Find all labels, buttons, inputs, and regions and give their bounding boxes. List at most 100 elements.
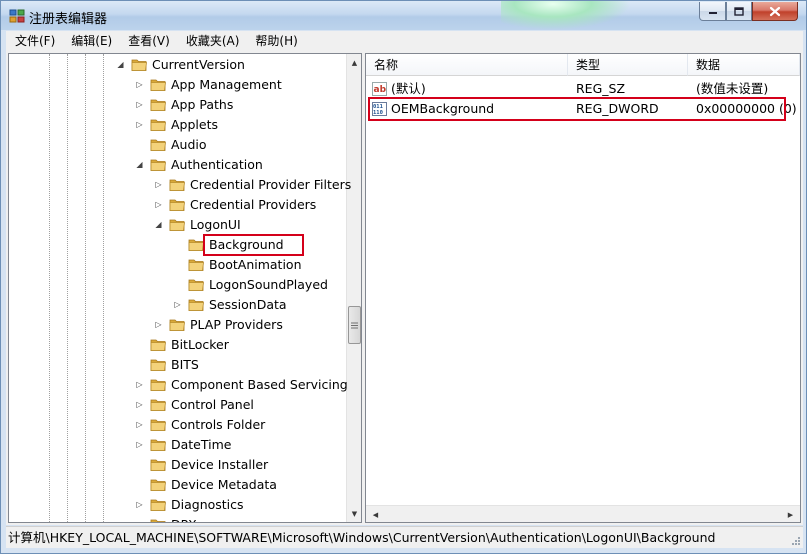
scroll-down-arrow-icon[interactable]: ▼: [347, 505, 361, 522]
tree-node[interactable]: ▷ Diagnostics: [9, 495, 345, 515]
expand-arrow-icon[interactable]: ▷: [135, 80, 144, 89]
close-button[interactable]: [752, 2, 798, 21]
value-data: (数值未设置): [696, 81, 769, 96]
tree-node-label: Applets: [171, 117, 218, 132]
expand-arrow-icon[interactable]: ▷: [154, 180, 163, 189]
folder-icon: [150, 519, 166, 522]
tree-node[interactable]: ▷ App Paths: [9, 95, 345, 115]
tree-node-label: BITS: [171, 357, 199, 372]
tree-node-label: DPX: [169, 515, 199, 522]
tree-node[interactable]: ▷ PLAP Providers: [9, 315, 345, 335]
folder-icon: [169, 179, 185, 191]
expand-arrow-icon[interactable]: ▷: [135, 400, 144, 409]
folder-icon: [150, 79, 166, 91]
tree-node[interactable]: ▷ Control Panel: [9, 395, 345, 415]
tree-node-label: LogonUI: [190, 217, 241, 232]
folder-icon: [150, 459, 166, 471]
tree-node[interactable]: ▷ Credential Provider Filters: [9, 175, 351, 195]
list-horizontal-scrollbar[interactable]: ◀ ▶: [366, 505, 800, 522]
menu-bar: 文件(F) 编辑(E) 查看(V) 收藏夹(A) 帮助(H): [6, 31, 803, 51]
folder-icon: [150, 379, 166, 391]
collapse-arrow-icon[interactable]: ◢: [154, 220, 163, 229]
folder-icon: [150, 359, 166, 371]
folder-icon: [150, 139, 166, 151]
menu-edit[interactable]: 编辑(E): [62, 31, 119, 51]
tree-node[interactable]: BitLocker: [9, 335, 345, 355]
expand-arrow-icon[interactable]: ▷: [154, 200, 163, 209]
maximize-button[interactable]: [726, 2, 752, 21]
string-value-icon: ab: [372, 82, 387, 96]
tree-node-label: SessionData: [209, 297, 287, 312]
folder-icon: [131, 59, 147, 71]
regedit-app-icon: [9, 9, 25, 23]
expand-arrow-icon[interactable]: ▷: [135, 420, 144, 429]
tree-node[interactable]: ▷ SessionData: [9, 295, 345, 315]
expand-arrow-icon[interactable]: ▷: [135, 380, 144, 389]
tree-node[interactable]: Device Installer: [9, 455, 345, 475]
expand-arrow-icon[interactable]: ▷: [135, 120, 144, 129]
folder-icon: [169, 199, 185, 211]
title-bar[interactable]: 注册表编辑器: [1, 1, 806, 30]
tree-node[interactable]: ▷ Applets: [9, 115, 345, 135]
tree-node[interactable]: ▷ App Management: [9, 75, 345, 95]
registry-tree-pane[interactable]: ▲ ▼ ◢ CurrentVersion ▷ App Management ▷ App P…: [8, 53, 362, 523]
tree-node-label: Credential Providers: [190, 197, 317, 212]
status-path: 计算机\HKEY_LOCAL_MACHINE\SOFTWARE\Microsof…: [8, 530, 716, 545]
tree-node-label: App Paths: [171, 97, 234, 112]
folder-icon: [150, 439, 166, 451]
tree-node-label: App Management: [171, 77, 282, 92]
menu-favorites[interactable]: 收藏夹(A): [177, 31, 247, 51]
menu-view[interactable]: 查看(V): [119, 31, 177, 51]
tree-node[interactable]: ▷ Controls Folder: [9, 415, 345, 435]
folder-icon: [150, 159, 166, 171]
scroll-right-arrow-icon[interactable]: ▶: [783, 506, 798, 522]
tree-node[interactable]: DPX: [9, 515, 345, 522]
folder-icon: [188, 279, 204, 291]
column-header-data[interactable]: 数据: [688, 54, 800, 76]
expand-arrow-icon[interactable]: ▷: [173, 300, 182, 309]
value-list-pane[interactable]: 名称 类型 数据 ◀ ▶ ab (默认) REG_SZ (数值未设置) 011 110 OE…: [365, 53, 801, 523]
minimize-button[interactable]: [699, 2, 726, 21]
resize-grip-icon[interactable]: [789, 534, 801, 546]
tree-node[interactable]: ▷ Credential Providers: [9, 195, 345, 215]
tree-node-label: Audio: [171, 137, 207, 152]
tree-node[interactable]: BootAnimation: [9, 255, 345, 275]
grip-lines-icon: [351, 322, 358, 328]
tree-node-label: Credential Provider Filters: [190, 177, 352, 192]
window-title: 注册表编辑器: [29, 12, 108, 27]
tree-node-label: Diagnostics: [171, 497, 244, 512]
tree-node[interactable]: ◢ CurrentVersion: [9, 55, 345, 75]
menu-file[interactable]: 文件(F): [6, 31, 62, 51]
tree-node[interactable]: Device Metadata: [9, 475, 345, 495]
collapse-arrow-icon[interactable]: ◢: [135, 160, 144, 169]
tree-node-label: Authentication: [171, 157, 263, 172]
value-row-highlight: [368, 97, 786, 121]
column-header-name[interactable]: 名称: [366, 54, 568, 76]
tree-node-label: PLAP Providers: [190, 317, 283, 332]
tree-node[interactable]: ▷ DateTime: [9, 435, 345, 455]
tree-node[interactable]: ▷ Component Based Servicing: [9, 375, 347, 395]
expand-arrow-icon[interactable]: ▷: [154, 320, 163, 329]
menu-help[interactable]: 帮助(H): [246, 31, 304, 51]
value-row[interactable]: ab (默认) REG_SZ (数值未设置): [366, 79, 800, 99]
tree-node[interactable]: ◢ Authentication: [9, 155, 345, 175]
tree-node[interactable]: ◢ LogonUI: [9, 215, 345, 235]
expand-arrow-icon[interactable]: ▷: [135, 500, 144, 509]
folder-icon: [150, 479, 166, 491]
tree-node-label: Controls Folder: [171, 417, 266, 432]
tree-node[interactable]: Audio: [9, 135, 345, 155]
collapse-arrow-icon[interactable]: ◢: [116, 60, 125, 69]
tree-scroll-thumb[interactable]: [348, 306, 361, 344]
expand-arrow-icon[interactable]: ▷: [135, 100, 144, 109]
tree-vertical-scrollbar[interactable]: ▲ ▼: [346, 54, 361, 522]
expand-arrow-icon[interactable]: ▷: [135, 440, 144, 449]
tree-node[interactable]: LogonSoundPlayed: [9, 275, 345, 295]
scroll-left-arrow-icon[interactable]: ◀: [368, 506, 383, 522]
column-header-type[interactable]: 类型: [568, 54, 688, 76]
tree-node-label: DateTime: [171, 437, 232, 452]
scroll-up-arrow-icon[interactable]: ▲: [347, 54, 361, 71]
tree-node[interactable]: BITS: [9, 355, 345, 375]
maximize-icon: [734, 6, 744, 16]
folder-icon: [150, 99, 166, 111]
folder-icon: [150, 499, 166, 511]
